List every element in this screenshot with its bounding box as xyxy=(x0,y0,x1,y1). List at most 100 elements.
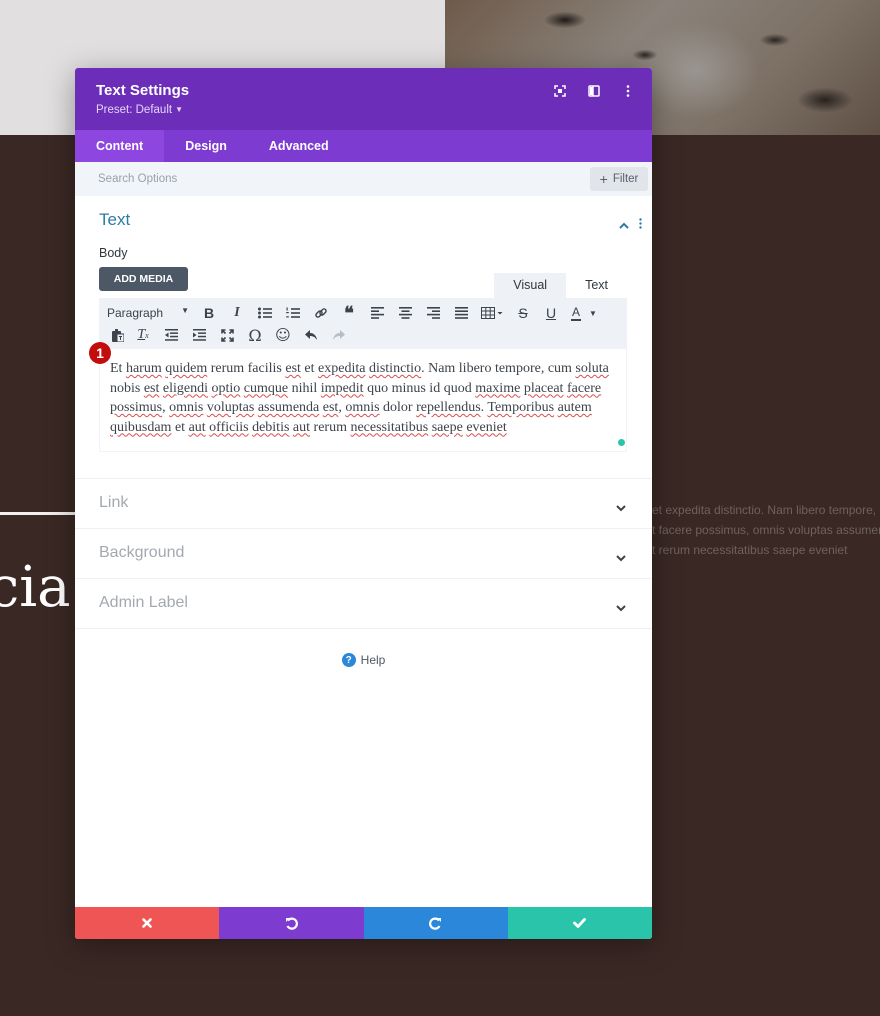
fullscreen-icon[interactable] xyxy=(552,83,568,99)
chevron-up-icon[interactable] xyxy=(619,214,629,233)
section-background[interactable]: Background xyxy=(75,529,652,579)
align-right-icon[interactable] xyxy=(419,302,447,324)
misspelled-word: possimus xyxy=(110,400,163,415)
modal-header[interactable]: Text Settings Preset: Default ▼ xyxy=(75,68,652,130)
format-select-value: Paragraph xyxy=(107,306,164,320)
save-button[interactable] xyxy=(507,907,652,939)
misspelled-word: est xyxy=(322,400,339,415)
add-media-button[interactable]: ADD MEDIA xyxy=(99,267,188,291)
filter-button[interactable]: + Filter xyxy=(590,167,648,191)
split-view-icon[interactable] xyxy=(586,83,602,99)
align-justify-icon[interactable] xyxy=(447,302,475,324)
misspelled-word: autem xyxy=(557,400,592,415)
bulleted-list-icon[interactable] xyxy=(251,302,279,324)
misspelled-word: maxime xyxy=(475,380,521,396)
editor-tab-text[interactable]: Text xyxy=(566,273,627,298)
align-center-icon[interactable] xyxy=(391,302,419,324)
table-icon[interactable] xyxy=(475,302,509,324)
editor-text: quo minus id quod xyxy=(363,380,476,396)
misspelled-word: harum xyxy=(125,361,162,376)
help-link[interactable]: ? Help xyxy=(75,653,652,667)
indent-icon[interactable] xyxy=(185,324,213,346)
section-background-label: Background xyxy=(99,544,185,561)
fullscreen-editor-icon[interactable] xyxy=(213,324,241,346)
help-label: Help xyxy=(360,653,386,667)
search-options-input[interactable] xyxy=(75,162,575,196)
misspelled-word: necessitatibus xyxy=(350,419,429,435)
misspelled-word: eveniet xyxy=(466,419,507,435)
undo-editor-icon[interactable] xyxy=(297,324,325,346)
editor-text: dolor xyxy=(379,400,417,415)
page-paragraph-line: t rerum necessitatibus saepe eveniet xyxy=(652,543,848,557)
special-character-icon[interactable]: Ω xyxy=(241,324,269,346)
tab-design[interactable]: Design xyxy=(164,130,248,162)
strikethrough-icon[interactable]: S xyxy=(509,302,537,324)
clear-formatting-icon[interactable]: Tx xyxy=(129,324,157,346)
text-settings-modal: Text Settings Preset: Default ▼ Content D… xyxy=(75,68,652,939)
section-admin-label[interactable]: Admin Label xyxy=(75,579,652,629)
outdent-icon[interactable] xyxy=(157,324,185,346)
page-paragraph: et expedita distinctio. Nam libero tempo… xyxy=(652,500,880,560)
page-paragraph-line: t facere possimus, omnis voluptas assume… xyxy=(652,523,880,537)
editor-tab-visual[interactable]: Visual xyxy=(494,273,567,298)
undo-button[interactable] xyxy=(219,907,364,939)
preset-label: Preset: Default xyxy=(96,104,173,116)
chevron-down-icon xyxy=(616,547,626,566)
step-badge: 1 xyxy=(89,342,111,364)
search-bar: + Filter xyxy=(75,162,652,196)
format-select[interactable]: Paragraph ▼ xyxy=(107,306,195,320)
misspelled-word: officiis xyxy=(209,419,249,435)
editor-text: nobis xyxy=(110,380,144,396)
misspelled-word: aut xyxy=(188,419,206,435)
tab-advanced[interactable]: Advanced xyxy=(248,130,350,162)
page-heading-fragment: icia xyxy=(0,555,71,620)
page-paragraph-line: et expedita distinctio. Nam libero tempo… xyxy=(652,503,877,517)
misspelled-word: quidem xyxy=(165,361,208,376)
editor-text: nihil xyxy=(288,380,321,396)
page-divider-line xyxy=(0,512,80,515)
underline-icon[interactable]: U xyxy=(537,302,565,324)
misspelled-word: cumque xyxy=(243,380,289,396)
numbered-list-icon[interactable] xyxy=(279,302,307,324)
cancel-button[interactable] xyxy=(75,907,220,939)
misspelled-word: eligendi xyxy=(162,380,209,396)
redo-icon xyxy=(429,917,442,930)
body-label: Body xyxy=(99,246,128,260)
misspelled-word: expedita xyxy=(318,361,366,376)
editor-text: et xyxy=(171,419,189,435)
misspelled-word: debitis xyxy=(252,419,290,435)
plus-icon: + xyxy=(599,171,608,187)
align-left-icon[interactable] xyxy=(363,302,391,324)
resize-handle[interactable] xyxy=(618,439,625,446)
bold-icon[interactable]: B xyxy=(195,302,223,324)
tab-content[interactable]: Content xyxy=(75,130,165,162)
section-options-icon[interactable] xyxy=(639,214,642,233)
caret-down-icon: ▼ xyxy=(175,105,183,114)
editor-text: . Nam libero tempore, cum xyxy=(421,361,576,376)
misspelled-word: optio xyxy=(211,380,241,396)
redo-button[interactable] xyxy=(363,907,508,939)
italic-icon[interactable]: I xyxy=(223,302,251,324)
emoji-icon[interactable]: ☺ xyxy=(269,324,297,346)
text-color-icon[interactable]: A ▼ xyxy=(565,302,603,324)
section-link[interactable]: Link xyxy=(75,479,652,529)
settings-tabs: Content Design Advanced xyxy=(75,130,652,162)
misspelled-word: soluta xyxy=(575,361,609,376)
editor-text: et xyxy=(300,361,319,376)
paste-as-text-icon[interactable] xyxy=(107,324,129,346)
body-text-editor[interactable]: Et harum quidem rerum facilis est et exp… xyxy=(99,348,627,452)
text-section: Text Body ADD MEDIA Visual Text Paragrap… xyxy=(75,196,652,479)
more-options-icon[interactable] xyxy=(620,83,636,99)
blockquote-icon[interactable]: ❝ xyxy=(335,302,363,324)
section-title-text[interactable]: Text xyxy=(99,210,130,230)
misspelled-word: omnis xyxy=(345,400,380,415)
misspelled-word: impedit xyxy=(320,380,364,396)
misspelled-word: est xyxy=(285,361,301,376)
link-icon[interactable] xyxy=(307,302,335,324)
preset-dropdown[interactable]: Preset: Default ▼ xyxy=(96,104,183,116)
redo-editor-icon[interactable] xyxy=(325,324,353,346)
caret-down-icon: ▼ xyxy=(181,306,189,315)
misspelled-word: voluptas xyxy=(206,400,255,415)
editor-toolbar: Paragraph ▼ B I ❝ S U A ▼ Tx Ω ☺ xyxy=(99,298,627,348)
misspelled-word: aut xyxy=(292,419,311,435)
